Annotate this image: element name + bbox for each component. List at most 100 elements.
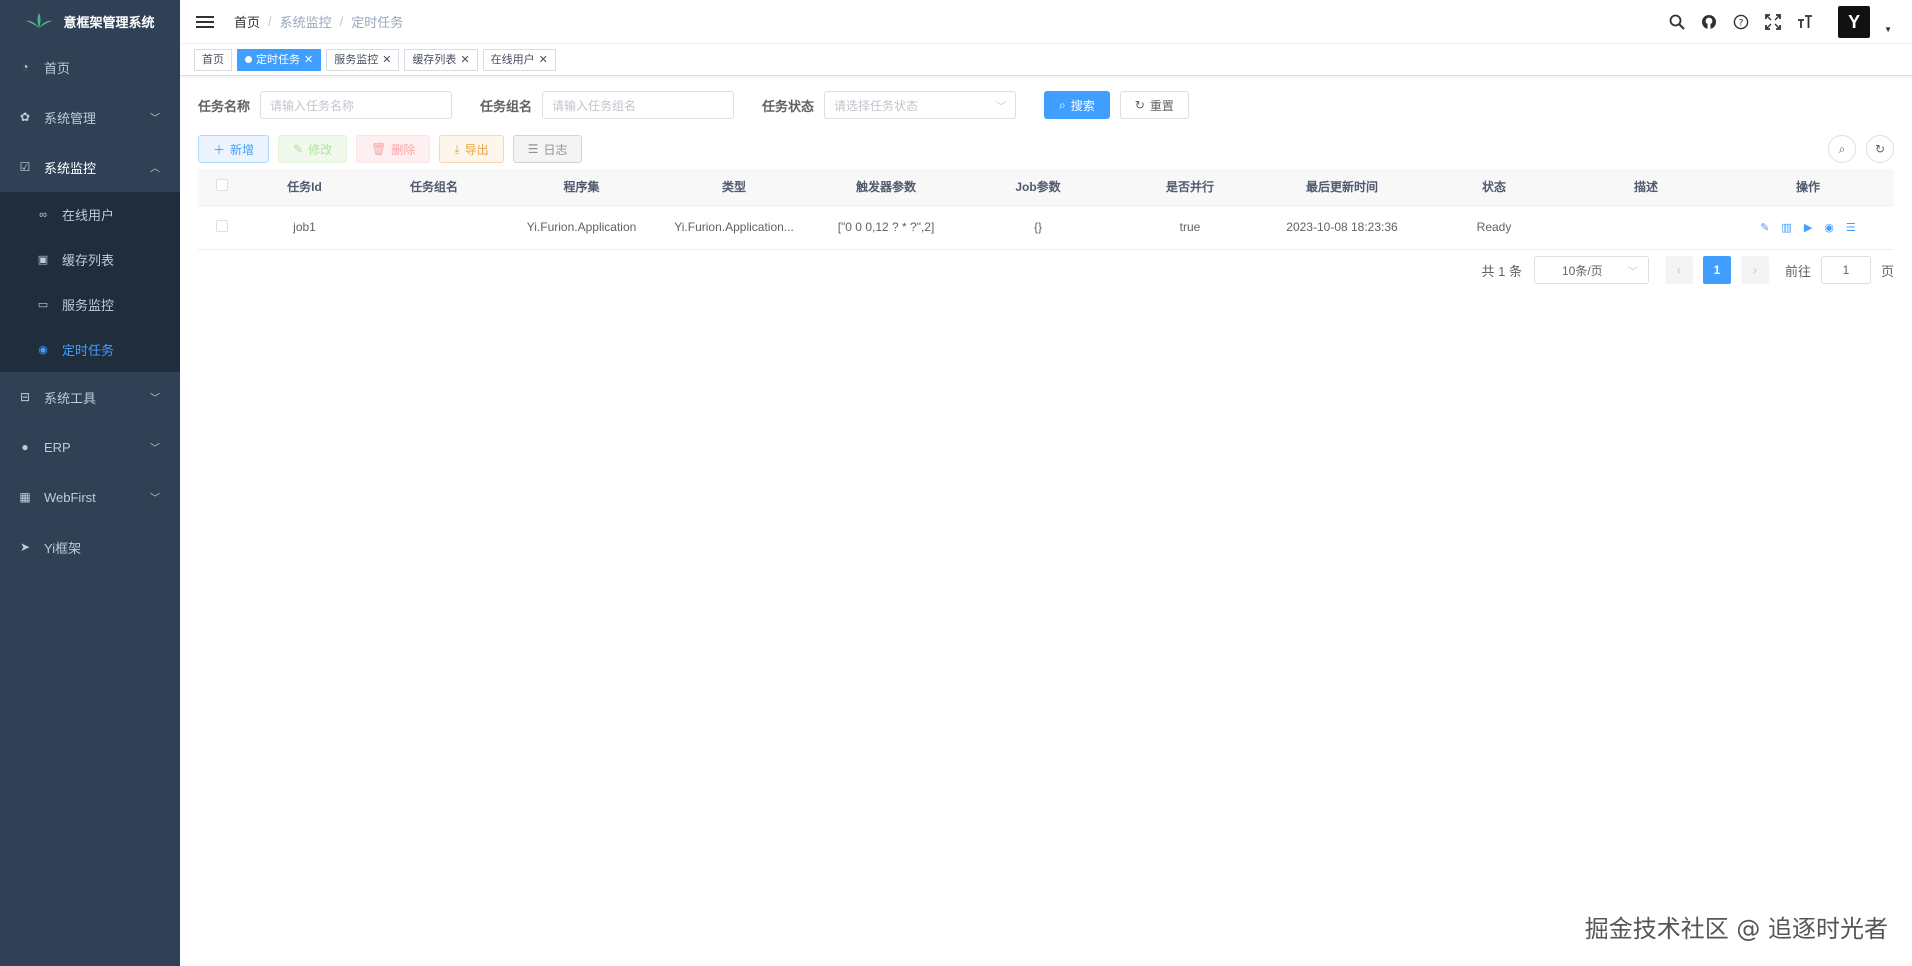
watermark: 掘金技术社区 @ 追逐时光者	[1584, 915, 1888, 943]
sidebar-item-home[interactable]: ◔ 首页	[0, 42, 180, 92]
column-header[interactable]: 状态	[1418, 169, 1570, 206]
eye-icon[interactable]: ◉	[1824, 221, 1834, 234]
edit-icon: ✎	[293, 142, 304, 156]
column-header[interactable]: 任务组名	[363, 169, 505, 206]
column-header[interactable]: 任务Id	[246, 169, 363, 206]
delete-button-label: 删除	[391, 142, 416, 157]
column-header[interactable]: Job参数	[962, 169, 1114, 206]
refresh-button[interactable]: ↻	[1866, 135, 1894, 163]
log-button[interactable]: ☰ 日志	[512, 135, 583, 163]
column-header[interactable]: 类型	[658, 169, 810, 206]
monitor-icon: ☑	[19, 160, 31, 174]
navbar-right: ? Y ▼	[1668, 0, 1892, 44]
edit-icon[interactable]: ✎	[1760, 221, 1769, 234]
breadcrumb-separator: /	[339, 14, 344, 29]
close-icon[interactable]: ✕	[460, 50, 469, 70]
tag-online-users[interactable]: 在线用户 ✕	[482, 48, 556, 71]
more-icon[interactable]: ☰	[1846, 221, 1856, 234]
jobs-table: 任务Id 任务组名 程序集 类型 触发器参数 Job参数 是否并行 最后更新时间…	[198, 169, 1894, 250]
app-logo[interactable]: 意框架管理系统	[0, 0, 180, 42]
column-header[interactable]: 是否并行	[1114, 169, 1266, 206]
sidebar-item-label: Yi框架	[44, 540, 82, 556]
close-icon[interactable]: ✕	[382, 50, 391, 70]
help-icon[interactable]: ?	[1732, 13, 1750, 31]
export-button[interactable]: ⤓ 导出	[439, 135, 504, 163]
task-group-input[interactable]: 请输入任务组名	[542, 91, 735, 119]
page-content: 任务名称 请输入任务名称 任务组名 请输入任务组名 任务状态 请选择任务状态 ﹀…	[180, 76, 1912, 284]
sidebar-item-label: 系统监控	[44, 160, 97, 176]
chevron-down-icon: ﹀	[150, 113, 160, 125]
toolbar-right: ⌕ ↻	[1828, 135, 1894, 163]
column-header[interactable]: 操作	[1722, 169, 1894, 206]
search-icon[interactable]	[1668, 13, 1686, 31]
select-all-cell	[198, 169, 246, 206]
sidebar-item-cache-list[interactable]: ▣ 缓存列表	[0, 237, 180, 282]
sidebar-item-monitor[interactable]: ☑ 系统监控 ︿	[0, 142, 180, 192]
toggle-search-button[interactable]: ⌕	[1828, 135, 1856, 163]
column-header[interactable]: 程序集	[505, 169, 658, 206]
tag-label: 定时任务	[256, 53, 300, 66]
edit-button-label: 修改	[308, 142, 333, 157]
font-size-icon[interactable]	[1796, 13, 1814, 31]
breadcrumb: 首页 / 系统监控 / 定时任务	[234, 12, 403, 31]
reset-button[interactable]: ↻ 重置	[1119, 91, 1189, 119]
breadcrumb-home[interactable]: 首页	[234, 12, 260, 31]
hamburger-icon[interactable]	[196, 13, 214, 31]
page-size-value: 10条/页	[1561, 263, 1603, 278]
sidebar-item-online-users[interactable]: ∞ 在线用户	[0, 192, 180, 237]
fullscreen-icon[interactable]	[1764, 13, 1782, 31]
tag-home[interactable]: 首页	[194, 48, 232, 71]
gear-icon: ✿	[19, 110, 31, 124]
play-icon[interactable]: ▶	[1804, 221, 1812, 234]
trash-icon: 🗑	[371, 142, 387, 156]
tag-cache-list[interactable]: 缓存列表 ✕	[404, 48, 478, 71]
delete-button[interactable]: 🗑 删除	[356, 135, 431, 163]
goto-page-input[interactable]: 1	[1820, 256, 1871, 284]
add-button[interactable]: ＋ 新增	[198, 135, 270, 163]
sidebar-item-label: 系统工具	[44, 390, 97, 406]
sidebar-item-tools[interactable]: ⊟ 系统工具 ﹀	[0, 372, 180, 422]
edit-button[interactable]: ✎ 修改	[278, 135, 348, 163]
sidebar-item-system[interactable]: ✿ 系统管理 ﹀	[0, 92, 180, 142]
toolbar: ＋ 新增 ✎ 修改 🗑 删除 ⤓ 导出 ☰ 日志 ⌕ ↻	[198, 135, 1894, 163]
column-header[interactable]: 最后更新时间	[1266, 169, 1418, 206]
search-button[interactable]: ⌕ 搜索	[1044, 91, 1110, 119]
select-all-checkbox[interactable]	[216, 179, 228, 192]
page-number-current[interactable]: 1	[1702, 256, 1731, 284]
avatar[interactable]: Y	[1838, 6, 1871, 38]
chevron-down-icon: ﹀	[150, 493, 160, 505]
tag-label: 首页	[202, 53, 224, 66]
log-button-label: 日志	[543, 142, 568, 157]
timer-icon: ◉	[38, 344, 48, 356]
sidebar-item-server-monitor[interactable]: ▭ 服务监控	[0, 282, 180, 327]
task-status-select[interactable]: 请选择任务状态 ﹀	[824, 91, 1017, 119]
reset-button-label: 重置	[1149, 98, 1174, 113]
page-size-select[interactable]: 10条/页 ﹀	[1533, 256, 1649, 284]
tag-scheduled-tasks[interactable]: 定时任务 ✕	[237, 48, 322, 71]
row-checkbox[interactable]	[216, 219, 228, 232]
list-icon: ☰	[527, 142, 539, 156]
table-row[interactable]: job1 Yi.Furion.Application Yi.Furion.App…	[198, 205, 1894, 250]
tag-server-monitor[interactable]: 服务监控 ✕	[326, 48, 400, 71]
github-icon[interactable]	[1700, 13, 1718, 31]
sidebar-item-scheduled-tasks[interactable]: ◉ 定时任务	[0, 327, 180, 372]
sidebar-item-label: 服务监控	[62, 298, 115, 313]
sidebar-item-erp[interactable]: ● ERP ﹀	[0, 422, 180, 472]
column-header[interactable]: 触发器参数	[810, 169, 962, 206]
prev-page-button[interactable]: ‹	[1664, 256, 1693, 284]
next-page-button[interactable]: ›	[1740, 256, 1769, 284]
breadcrumb-current: 定时任务	[351, 15, 404, 30]
download-icon: ⤓	[454, 141, 460, 156]
sidebar-item-label: WebFirst	[44, 489, 96, 505]
trash-icon[interactable]: ▥	[1781, 221, 1791, 234]
sidebar-item-yi-framework[interactable]: ➤ Yi框架	[0, 522, 180, 572]
close-icon[interactable]: ✕	[539, 50, 548, 70]
sidebar-item-label: ERP	[44, 439, 71, 455]
column-header[interactable]: 描述	[1570, 169, 1722, 206]
cell-status: Ready	[1418, 205, 1570, 250]
task-name-input[interactable]: 请输入任务名称	[260, 91, 453, 119]
close-icon[interactable]: ✕	[304, 50, 313, 70]
search-button-label: 搜索	[1070, 98, 1095, 113]
caret-down-icon[interactable]: ▼	[1884, 25, 1892, 34]
sidebar-item-webfirst[interactable]: ▦ WebFirst ﹀	[0, 472, 180, 522]
